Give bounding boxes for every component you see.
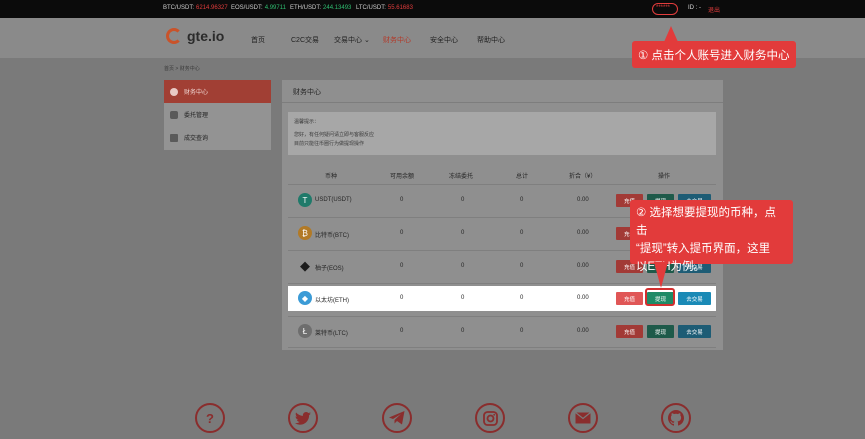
twitter-icon[interactable]	[288, 403, 318, 433]
total-balance: 0	[520, 295, 524, 301]
telegram-icon[interactable]	[382, 403, 412, 433]
row-divider	[288, 283, 716, 284]
trade-button[interactable]: 去交易	[678, 292, 711, 305]
row-divider	[288, 184, 716, 185]
withdraw-highlight-ring	[645, 288, 675, 306]
cny-value: 0.00	[577, 328, 589, 334]
logout-link[interactable]: 退出	[708, 5, 720, 14]
usdt-icon: T	[298, 193, 312, 207]
total-balance: 0	[520, 197, 524, 203]
callout-arrow	[654, 262, 668, 288]
col-header-actions: 操作	[658, 174, 671, 180]
total-balance: 0	[520, 230, 524, 236]
row-divider	[288, 316, 716, 317]
deposit-button[interactable]: 充值	[616, 325, 643, 338]
table-row: Ł 莱特币(LTC) 0 0 0 0.00 充值 提现 去交易	[288, 319, 716, 344]
callout-arrow	[664, 26, 678, 42]
logo-g-icon	[166, 28, 182, 44]
callout-step2: ② 选择想要提现的币种，点击 “提现”转入提币界面，这里 以ETH为例。	[630, 200, 793, 273]
total-balance: 0	[520, 263, 524, 269]
ticker-eth[interactable]: ETH/USDT: 244.13493	[290, 5, 351, 11]
frozen-balance: 0	[461, 295, 465, 301]
ltc-icon: Ł	[298, 324, 312, 338]
nav-home[interactable]: 首页	[251, 35, 265, 45]
cny-value: 0.00	[577, 197, 589, 203]
document-icon	[170, 133, 178, 142]
ticker-bar: BTC/USDT: 6214.96327 EOS/USDT: 4.99711 ETH…	[0, 0, 865, 18]
col-header-cny: 折合（¥）	[569, 174, 597, 180]
account-id: ID : -	[688, 5, 701, 11]
ticker-ltc[interactable]: LTC/USDT: 55.61683	[356, 5, 413, 11]
orders-icon	[170, 110, 178, 119]
tip-line: 目前只能往币圈行为做提现操作	[294, 141, 365, 147]
cny-value: 0.00	[577, 263, 589, 269]
logo[interactable]: gte.io	[166, 28, 224, 44]
col-header-coin: 币种	[325, 174, 338, 180]
account-link[interactable]: ******	[656, 5, 670, 11]
question-icon[interactable]: ?	[195, 403, 225, 433]
available-balance: 0	[400, 263, 404, 269]
nav-c2c[interactable]: C2C交易	[291, 35, 319, 45]
nav-trade[interactable]: 交易中心 ⌄	[334, 35, 370, 45]
page-title: 财务中心	[293, 89, 321, 96]
available-balance: 0	[400, 197, 404, 203]
sidebar-item-orders[interactable]: 委托管理	[164, 103, 271, 126]
tip-line: 您好，有任何疑问请立即与客服反应	[294, 132, 375, 138]
github-icon[interactable]	[661, 403, 691, 433]
ticker-eos[interactable]: EOS/USDT: 4.99711	[231, 5, 286, 11]
coin-name: 以太坊(ETH)	[315, 298, 349, 304]
frozen-balance: 0	[461, 197, 465, 203]
frozen-balance: 0	[461, 263, 465, 269]
available-balance: 0	[400, 295, 404, 301]
col-header-frozen: 冻结委托	[449, 174, 474, 180]
mail-icon[interactable]	[568, 403, 598, 433]
nav-security[interactable]: 安全中心	[430, 35, 458, 45]
col-header-total: 总计	[516, 174, 529, 180]
tip-heading: 温馨提示：	[294, 119, 320, 125]
withdraw-button[interactable]: 提现	[647, 325, 674, 338]
sidebar-item-deals[interactable]: 成交查询	[164, 126, 271, 149]
coin-name: 比特币(BTC)	[315, 233, 349, 239]
col-header-available: 可用余额	[390, 174, 415, 180]
breadcrumb: 首页 > 财务中心	[164, 66, 200, 72]
sidebar: 财务中心 委托管理 成交查询	[164, 80, 271, 150]
ticker-btc[interactable]: BTC/USDT: 6214.96327	[163, 5, 228, 11]
instagram-icon[interactable]	[475, 403, 505, 433]
divider	[282, 102, 723, 103]
deposit-button[interactable]: 充值	[616, 292, 643, 305]
frozen-balance: 0	[461, 230, 465, 236]
eos-icon: ◆	[300, 258, 310, 273]
cny-value: 0.00	[577, 295, 589, 301]
row-divider	[288, 347, 716, 348]
available-balance: 0	[400, 230, 404, 236]
nav-help[interactable]: 帮助中心	[477, 35, 505, 45]
finance-icon	[170, 87, 178, 96]
callout-step1: ① 点击个人账号进入财务中心	[632, 41, 796, 68]
frozen-balance: 0	[461, 328, 465, 334]
coin-name: 柚子(EOS)	[315, 266, 344, 272]
cny-value: 0.00	[577, 230, 589, 236]
nav-finance[interactable]: 财务中心	[383, 35, 411, 45]
available-balance: 0	[400, 328, 404, 334]
eth-icon: ◆	[298, 291, 312, 305]
coin-name: 莱特币(LTC)	[315, 331, 348, 337]
sidebar-item-finance[interactable]: 财务中心	[164, 80, 271, 103]
btc-icon: ₿	[298, 226, 312, 240]
total-balance: 0	[520, 328, 524, 334]
trade-button[interactable]: 去交易	[678, 325, 711, 338]
coin-name: USDT(USDT)	[315, 197, 352, 203]
chevron-down-icon: ⌄	[362, 37, 370, 44]
